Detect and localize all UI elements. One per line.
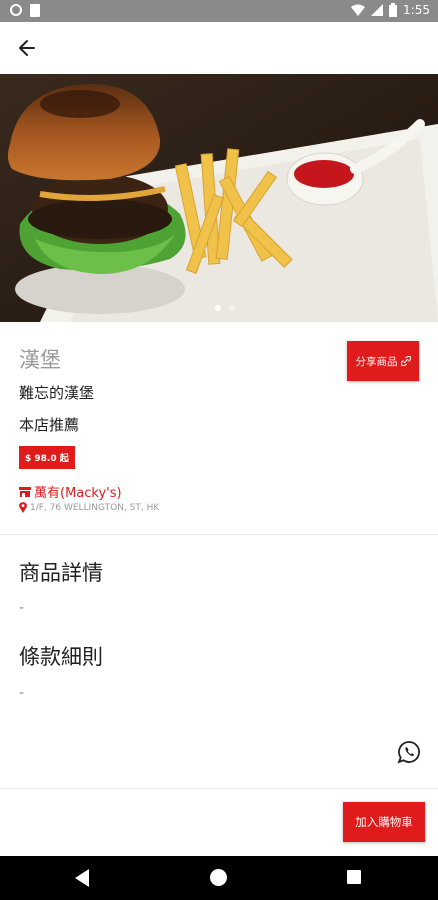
divider [0,788,438,789]
product-name: 漢堡 [19,348,61,372]
share-label: 分享商品 [355,355,398,368]
details-title: 商品詳情 [19,561,103,585]
details-body: - [19,600,25,616]
store-address: 1/F, 76 WELLINGTON, ST, HK [30,502,160,513]
whatsapp-button[interactable] [397,740,421,764]
system-nav-bar [0,856,438,900]
terms-body: - [19,685,25,701]
carousel-dot-active[interactable] [215,305,221,311]
divider [0,534,438,535]
circle-notification-icon [10,4,22,16]
wifi-icon [351,4,366,16]
whatsapp-icon [397,741,420,764]
app-bar [0,22,438,74]
nav-back-icon[interactable] [75,869,89,887]
burger-photo [0,74,438,322]
price-badge: $ 98.0 起 [19,446,75,469]
nav-home-icon[interactable] [210,869,227,886]
document-icon [30,4,40,17]
carousel-dot[interactable] [229,305,235,311]
battery-icon [389,3,398,17]
back-button[interactable] [14,34,42,62]
store-name: 萬有(Macky's) [34,486,122,501]
location-pin-icon [19,502,27,513]
status-bar: 1:55 [0,0,438,22]
signal-icon [371,4,384,16]
status-time: 1:55 [403,3,430,17]
arrow-back-icon [19,40,35,56]
store-link[interactable]: 萬有(Macky's) [19,482,122,501]
product-image-carousel[interactable] [0,74,438,322]
store-icon [19,486,31,497]
product-subtitle: 難忘的漢堡 [19,384,95,402]
add-to-cart-button[interactable]: 加入購物車 [343,802,425,842]
link-icon [400,356,411,366]
nav-recents-icon[interactable] [347,870,361,884]
address-row[interactable]: 1/F, 76 WELLINGTON, ST, HK [19,502,159,513]
share-product-button[interactable]: 分享商品 [347,341,419,381]
terms-title: 條款細則 [19,645,103,669]
product-tag: 本店推薦 [19,416,80,434]
